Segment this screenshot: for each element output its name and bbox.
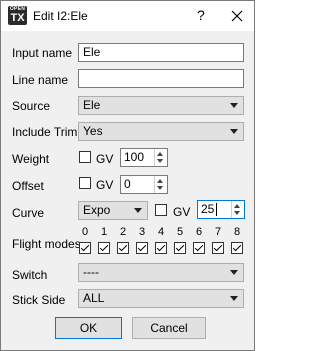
source-value: Ele: [83, 98, 101, 112]
spin-up-icon: [157, 152, 163, 156]
window-title: Edit I2:Ele: [33, 9, 88, 23]
opentx-logo-icon: OPEN TX: [8, 6, 27, 25]
chevron-down-icon: [230, 296, 238, 301]
curve-type-select[interactable]: Expo: [78, 201, 148, 220]
weight-gv-checkbox[interactable]: [79, 151, 91, 163]
stick-side-select[interactable]: ALL: [78, 289, 244, 308]
weight-label: Weight: [12, 152, 50, 166]
curve-gv-label: GV: [173, 205, 191, 219]
weight-spin-buttons[interactable]: [154, 149, 167, 166]
spin-down-icon: [157, 159, 163, 163]
curve-spin-buttons[interactable]: [231, 201, 244, 218]
flight-mode-number: 8: [233, 226, 241, 238]
input-name-label: Input name: [12, 46, 73, 60]
switch-label: Switch: [12, 268, 48, 282]
close-icon: [231, 10, 243, 22]
spin-down-icon: [234, 211, 240, 215]
spin-up-icon: [234, 204, 240, 208]
curve-type-value: Expo: [83, 203, 111, 217]
include-trim-value: Yes: [83, 124, 103, 138]
chevron-down-icon: [230, 129, 238, 134]
curve-gv-checkbox[interactable]: [155, 204, 167, 216]
flight-modes-label: Flight modes: [12, 237, 81, 251]
offset-spinbox[interactable]: 0: [120, 175, 168, 194]
curve-value: 25: [201, 202, 215, 216]
flight-mode-5-checkbox[interactable]: [174, 242, 186, 254]
line-name-field[interactable]: [78, 69, 244, 88]
spin-down-icon: [157, 186, 163, 190]
help-button[interactable]: ?: [197, 7, 205, 23]
flight-mode-number: 3: [138, 226, 146, 238]
switch-select[interactable]: ----: [78, 263, 244, 282]
curve-value-spinbox[interactable]: 25: [197, 200, 245, 219]
flight-mode-number: 1: [100, 226, 108, 238]
include-trim-label: Include Trim: [12, 125, 78, 139]
flight-mode-number: 2: [119, 226, 127, 238]
flight-mode-8-checkbox[interactable]: [231, 242, 243, 254]
source-label: Source: [12, 99, 51, 113]
flight-mode-7-checkbox[interactable]: [212, 242, 224, 254]
flight-mode-2-checkbox[interactable]: [117, 242, 129, 254]
flight-mode-6-checkbox[interactable]: [193, 242, 205, 254]
flight-mode-3-checkbox[interactable]: [136, 242, 148, 254]
logo-main-text: TX: [10, 12, 25, 24]
curve-label: Curve: [12, 206, 45, 220]
weight-value: 100: [124, 150, 145, 164]
chevron-down-icon: [134, 208, 142, 213]
flight-mode-number: 5: [176, 226, 184, 238]
text-caret: [216, 203, 217, 216]
flight-mode-number: 6: [195, 226, 203, 238]
flight-mode-4-checkbox[interactable]: [155, 242, 167, 254]
offset-gv-checkbox[interactable]: [79, 177, 91, 189]
weight-spinbox[interactable]: 100: [120, 148, 168, 167]
stick-side-label: Stick Side: [12, 293, 66, 307]
chevron-down-icon: [230, 270, 238, 275]
include-trim-select[interactable]: Yes: [78, 122, 244, 141]
cancel-button[interactable]: Cancel: [132, 317, 206, 339]
switch-value: ----: [83, 265, 99, 279]
flight-mode-number: 0: [81, 226, 89, 238]
offset-gv-label: GV: [96, 178, 114, 192]
source-select[interactable]: Ele: [78, 96, 244, 115]
input-name-field[interactable]: Ele: [78, 43, 244, 62]
flight-mode-0-checkbox[interactable]: [79, 242, 91, 254]
offset-value: 0: [124, 177, 131, 191]
line-name-label: Line name: [12, 73, 69, 87]
edit-input-dialog: OPEN TX Edit I2:Ele ? Input name Ele Lin…: [0, 0, 255, 351]
offset-spin-buttons[interactable]: [154, 176, 167, 193]
title-bar[interactable]: OPEN TX Edit I2:Ele ?: [1, 1, 254, 31]
stick-side-value: ALL: [83, 291, 105, 305]
flight-mode-number: 7: [214, 226, 222, 238]
spin-up-icon: [157, 179, 163, 183]
dialog-body: Input name Ele Line name Source Ele Incl…: [1, 31, 254, 350]
weight-gv-label: GV: [96, 152, 114, 166]
close-button[interactable]: [220, 1, 254, 31]
ok-button[interactable]: OK: [55, 317, 122, 339]
offset-label: Offset: [12, 179, 44, 193]
chevron-down-icon: [230, 103, 238, 108]
flight-mode-number: 4: [157, 226, 165, 238]
flight-mode-1-checkbox[interactable]: [98, 242, 110, 254]
